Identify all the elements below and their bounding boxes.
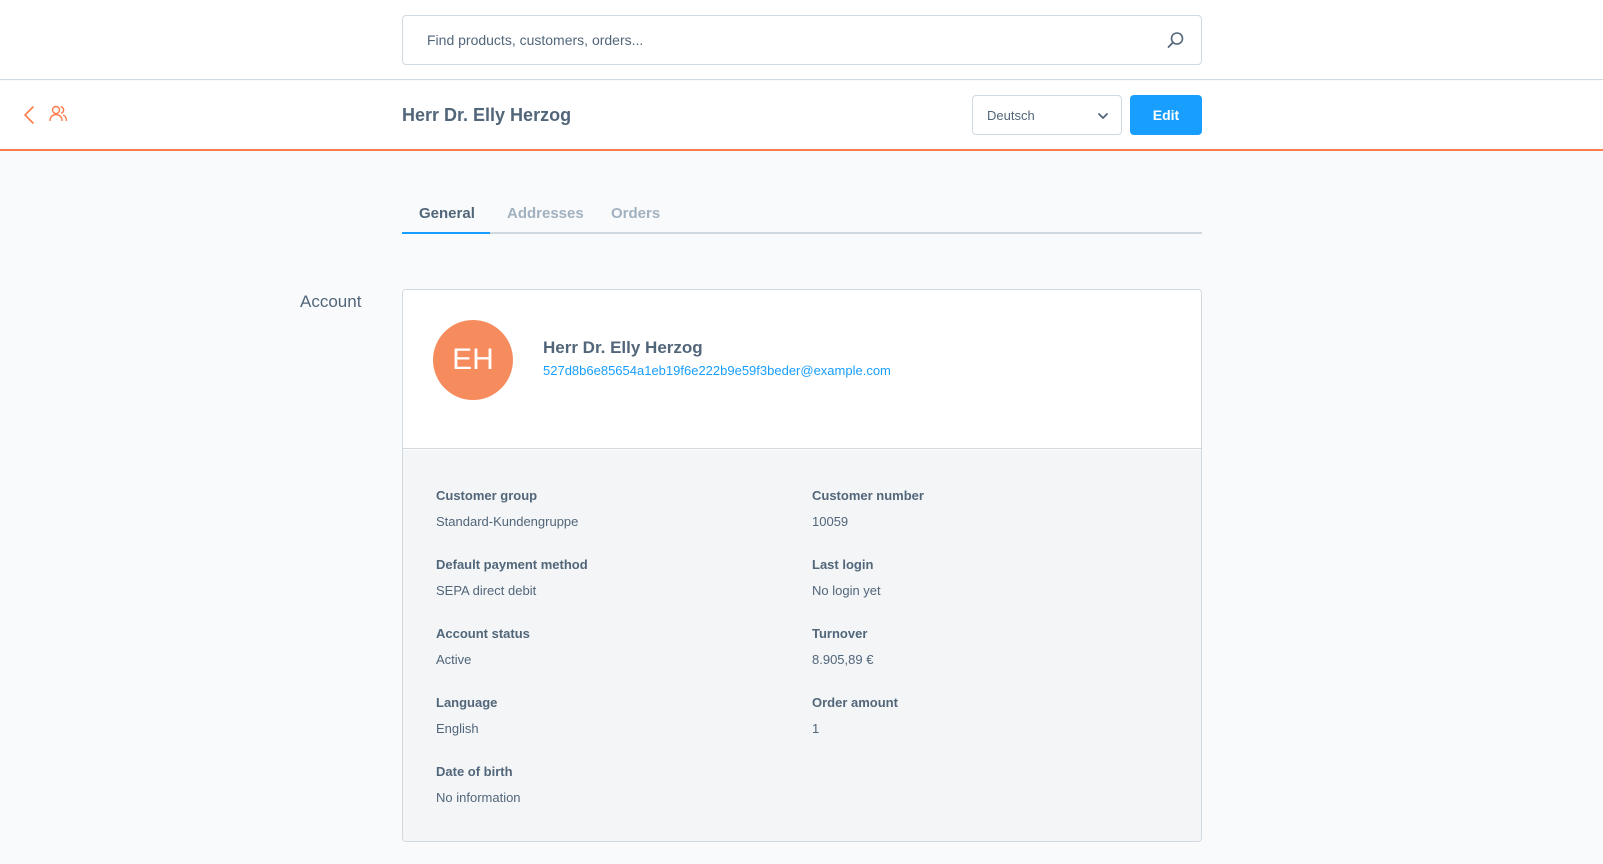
field-value: 8.905,89 € (812, 652, 874, 667)
section-label-account: Account (300, 292, 362, 311)
account-details: Customer group Standard-Kundengruppe Cus… (403, 450, 1201, 841)
field-label: Order amount (812, 695, 898, 710)
field-account-status: Account status Active (436, 626, 530, 667)
field-label: Turnover (812, 626, 868, 641)
field-value: 10059 (812, 514, 849, 529)
language-switch[interactable]: Deutsch (972, 95, 1122, 135)
active-tab-indicator (402, 232, 490, 234)
field-customer-number: Customer number 10059 (812, 488, 924, 529)
field-label: Date of birth (436, 764, 513, 779)
chevron-down-icon (1098, 113, 1108, 119)
tab-bar: General Addresses Orders (402, 191, 1202, 234)
field-language: Language English (436, 695, 497, 736)
account-card: EH Herr Dr. Elly Herzog 527d8b6e85654a1e… (402, 289, 1202, 842)
field-label: Default payment method (436, 557, 588, 572)
page-title: Herr Dr. Elly Herzog (402, 105, 572, 125)
field-customer-group: Customer group Standard-Kundengruppe (436, 488, 578, 529)
global-search[interactable] (402, 15, 1202, 65)
field-last-login: Last login No login yet (812, 557, 881, 598)
edit-button[interactable]: Edit (1130, 95, 1202, 135)
field-label: Customer group (436, 488, 538, 503)
field-value: 1 (812, 721, 820, 736)
smart-bar: Herr Dr. Elly Herzog Deutsch Edit (0, 81, 1603, 151)
field-label: Account status (436, 626, 530, 641)
avatar: EH (433, 320, 513, 400)
field-label: Last login (812, 557, 874, 572)
tab-addresses[interactable]: Addresses (507, 205, 584, 222)
customer-email-link[interactable]: 527d8b6e85654a1eb19f6e222b9e59f3beder@ex… (543, 363, 891, 378)
search-input[interactable] (403, 16, 1153, 64)
customer-name: Herr Dr. Elly Herzog (543, 338, 703, 357)
field-value: SEPA direct debit (436, 583, 537, 598)
tab-orders[interactable]: Orders (611, 205, 660, 222)
top-bar (0, 0, 1603, 80)
chevron-left-icon[interactable] (22, 105, 36, 125)
account-card-header: EH Herr Dr. Elly Herzog 527d8b6e85654a1e… (403, 290, 1201, 449)
field-value: English (436, 721, 479, 736)
search-icon[interactable] (1167, 31, 1185, 49)
field-turnover: Turnover 8.905,89 € (812, 626, 873, 667)
field-label: Customer number (812, 488, 924, 503)
tab-general[interactable]: General (419, 205, 475, 222)
field-date-of-birth: Date of birth No information (436, 764, 521, 805)
field-value: No information (436, 790, 521, 805)
field-payment-method: Default payment method SEPA direct debit (436, 557, 588, 598)
users-icon (49, 105, 68, 122)
language-switch-value: Deutsch (987, 108, 1035, 123)
field-order-amount: Order amount 1 (812, 695, 898, 736)
field-label: Language (436, 695, 498, 710)
field-value: Standard-Kundengruppe (436, 514, 579, 529)
field-value: No login yet (812, 583, 881, 598)
field-value: Active (436, 652, 472, 667)
